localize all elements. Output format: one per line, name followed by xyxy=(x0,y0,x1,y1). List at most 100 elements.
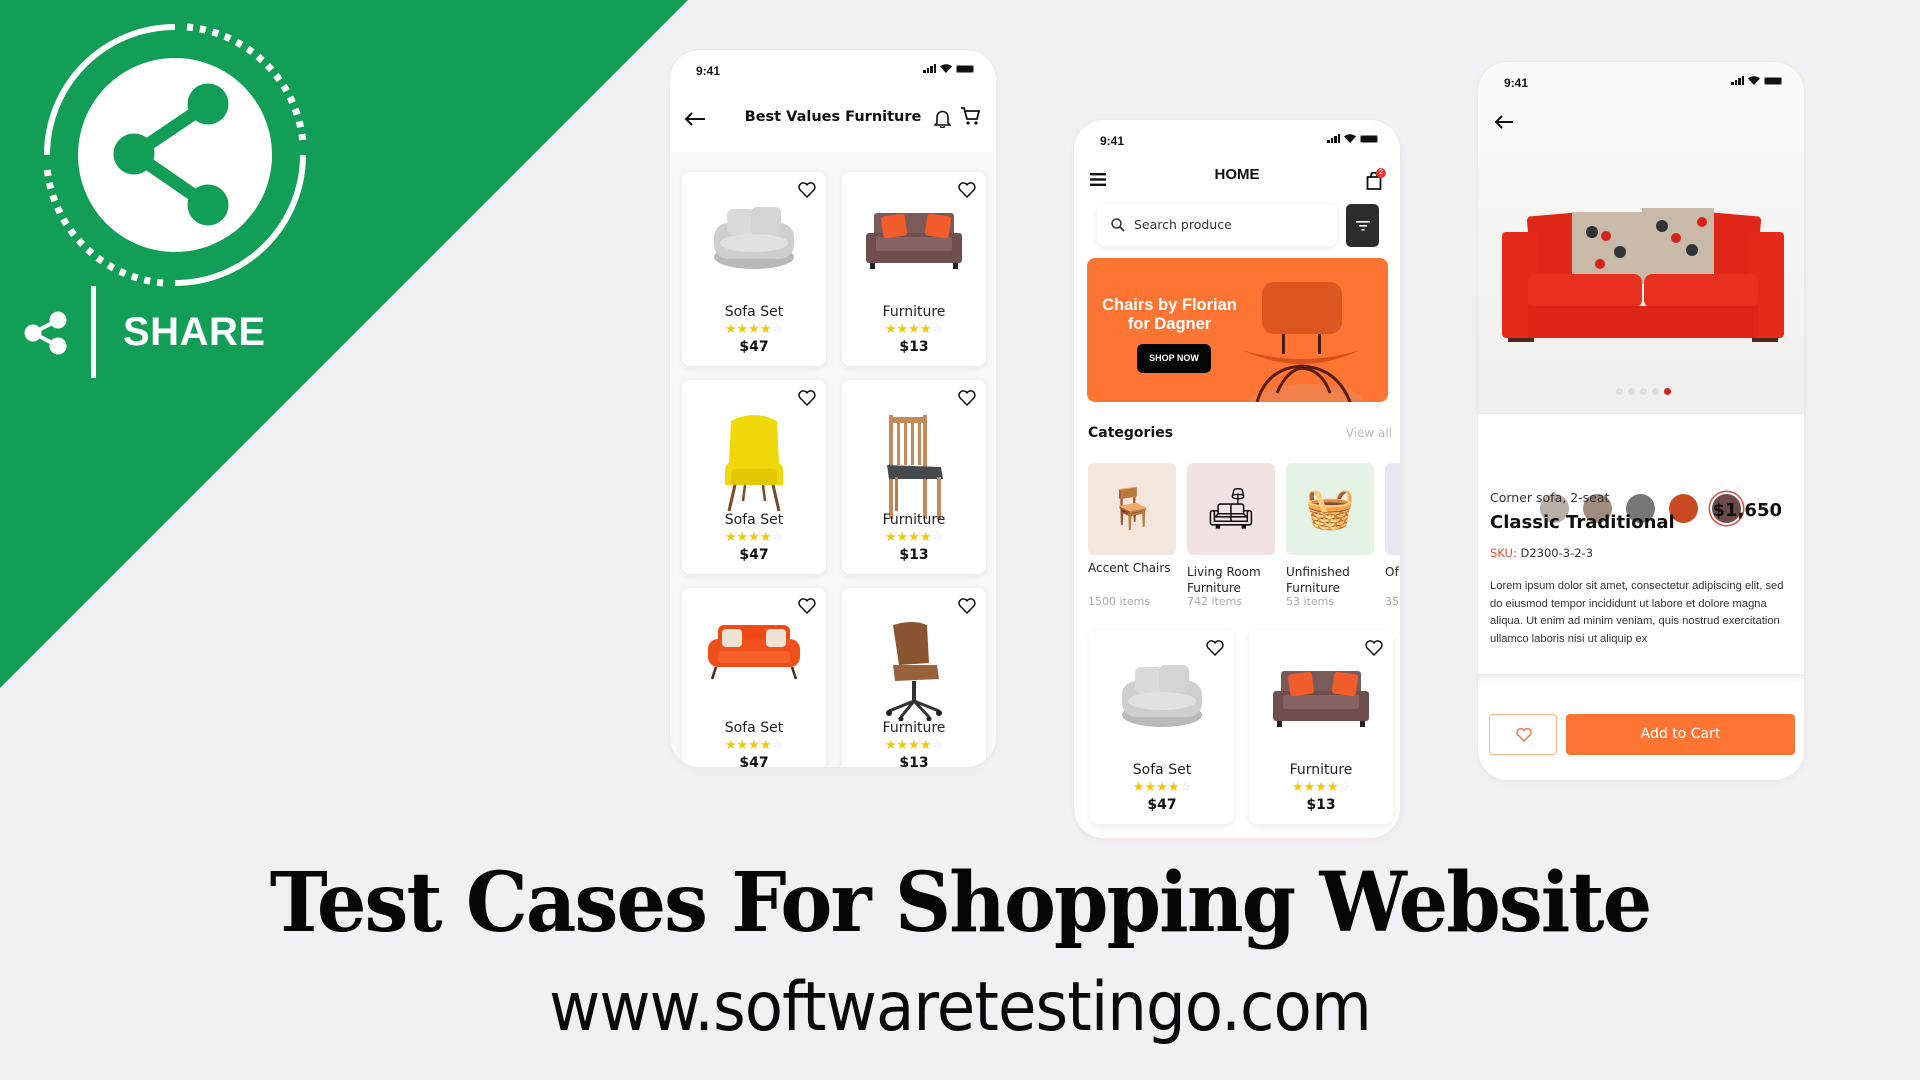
battery-icon xyxy=(956,64,974,73)
product-name: Furniture xyxy=(882,512,946,528)
product-price: $47 xyxy=(739,547,769,563)
share-disc xyxy=(78,58,272,252)
product-image xyxy=(881,413,947,526)
product-rating: ★★★★☆ xyxy=(682,737,826,753)
product-name: Sofa Set xyxy=(724,304,784,320)
carousel-dot[interactable] xyxy=(1628,388,1635,395)
wishlist-button[interactable] xyxy=(1489,714,1557,755)
product-rating: ★★★★☆ xyxy=(682,321,826,337)
heart-icon[interactable] xyxy=(958,390,976,406)
star-icon: ★ xyxy=(759,529,772,544)
wifi-icon xyxy=(1748,76,1760,85)
heart-icon xyxy=(1516,728,1532,742)
star-icon: ☆ xyxy=(771,529,784,544)
star-icon: ★ xyxy=(884,529,897,544)
product-rating: ★★★★☆ xyxy=(682,529,826,545)
product-image xyxy=(1117,663,1207,734)
product-rating: ★★★★☆ xyxy=(842,321,986,337)
product-name: Furniture xyxy=(882,304,946,320)
product-image xyxy=(1271,663,1371,734)
product-card[interactable]: Furniture ★★★★☆ $13 xyxy=(842,380,986,574)
carousel-dot[interactable] xyxy=(1640,388,1647,395)
star-icon: ☆ xyxy=(931,737,944,752)
product-card[interactable]: Sofa Set ★★★★☆ $47 xyxy=(682,380,826,574)
product-card[interactable]: Furniture ★★★★☆ $13 xyxy=(842,588,986,767)
phone-home-screen: 9:41 HOME 2 Search produce Chairs by Flo… xyxy=(1074,120,1400,838)
product-title: Classic Traditional xyxy=(1490,512,1675,533)
product-card[interactable]: Sofa Set ★★★★☆ $47 xyxy=(682,172,826,366)
star-icon: ☆ xyxy=(931,321,944,336)
star-icon: ★ xyxy=(1144,779,1157,794)
product-card[interactable]: Sofa Set ★★★★☆ $47 xyxy=(1090,630,1234,824)
red-sofa-image xyxy=(1502,208,1784,342)
star-icon: ★ xyxy=(1167,779,1180,794)
product-price: $47 xyxy=(739,755,769,767)
product-name: Sofa Set xyxy=(724,512,784,528)
star-icon: ☆ xyxy=(1338,779,1351,794)
product-price: $47 xyxy=(739,339,769,355)
product-image xyxy=(719,413,789,518)
status-time: 9:41 xyxy=(696,64,721,78)
heart-icon[interactable] xyxy=(958,598,976,614)
product-price: $13 xyxy=(899,755,929,767)
battery-icon xyxy=(1764,76,1782,85)
website-url[interactable]: www.softwaretestingo.com xyxy=(77,968,1843,1047)
heart-icon[interactable] xyxy=(958,182,976,198)
product-rating: ★★★★☆ xyxy=(1249,779,1393,795)
star-icon: ★ xyxy=(896,529,909,544)
product-price: $13 xyxy=(1306,797,1336,813)
star-icon: ★ xyxy=(736,529,749,544)
phone-detail-screen: 9:41 Corner sofa, 2-seat Classic Traditi… xyxy=(1478,62,1804,780)
star-icon: ★ xyxy=(884,321,897,336)
product-name: Sofa Set xyxy=(724,720,784,736)
product-image xyxy=(709,205,799,276)
star-icon: ★ xyxy=(919,737,932,752)
product-rating: ★★★★☆ xyxy=(1090,779,1234,795)
add-to-cart-button[interactable]: Add to Cart xyxy=(1566,714,1795,755)
phone-listing-screen: 9:41 Best Values Furniture Sofa Set ★★★★☆… xyxy=(670,50,996,767)
star-icon: ☆ xyxy=(931,529,944,544)
star-icon: ★ xyxy=(724,321,737,336)
star-icon: ★ xyxy=(736,737,749,752)
star-icon: ★ xyxy=(748,737,760,752)
star-icon: ★ xyxy=(748,529,760,544)
carousel-dot[interactable] xyxy=(1652,388,1659,395)
star-icon: ★ xyxy=(896,737,909,752)
star-icon: ★ xyxy=(724,529,737,544)
cart-icon[interactable] xyxy=(960,106,980,126)
star-icon: ★ xyxy=(1326,779,1339,794)
product-image xyxy=(704,621,804,686)
star-icon: ★ xyxy=(724,737,737,752)
star-icon: ★ xyxy=(748,321,760,336)
star-icon: ★ xyxy=(919,529,932,544)
star-icon: ★ xyxy=(908,321,920,336)
signal-icon xyxy=(1731,76,1744,85)
star-icon: ★ xyxy=(1315,779,1327,794)
star-icon: ★ xyxy=(919,321,932,336)
heart-icon[interactable] xyxy=(798,598,816,614)
product-price: $47 xyxy=(1147,797,1177,813)
product-card[interactable]: Furniture ★★★★☆ $13 xyxy=(1249,630,1393,824)
status-bar: 9:41 xyxy=(670,50,996,90)
product-price: $13 xyxy=(899,339,929,355)
small-share-icon xyxy=(24,311,67,355)
star-icon: ★ xyxy=(908,737,920,752)
product-card[interactable]: Sofa Set ★★★★☆ $47 xyxy=(682,588,826,767)
listing-header: Best Values Furniture xyxy=(670,90,996,152)
status-time: 9:41 xyxy=(1504,76,1529,90)
carousel-dot[interactable] xyxy=(1664,388,1671,395)
heart-icon[interactable] xyxy=(798,182,816,198)
bell-icon[interactable] xyxy=(934,108,951,128)
star-icon: ★ xyxy=(759,737,772,752)
footer-divider xyxy=(1478,674,1804,682)
heart-icon[interactable] xyxy=(1206,640,1224,656)
status-bar: 9:41 xyxy=(1478,62,1804,102)
product-price: $13 xyxy=(899,547,929,563)
star-icon: ★ xyxy=(896,321,909,336)
carousel-dot[interactable] xyxy=(1616,388,1623,395)
heart-icon[interactable] xyxy=(798,390,816,406)
heart-icon[interactable] xyxy=(1365,640,1383,656)
sku-label: SKU: xyxy=(1490,546,1517,560)
product-card[interactable]: Furniture ★★★★☆ $13 xyxy=(842,172,986,366)
back-arrow-icon[interactable] xyxy=(1494,115,1514,129)
